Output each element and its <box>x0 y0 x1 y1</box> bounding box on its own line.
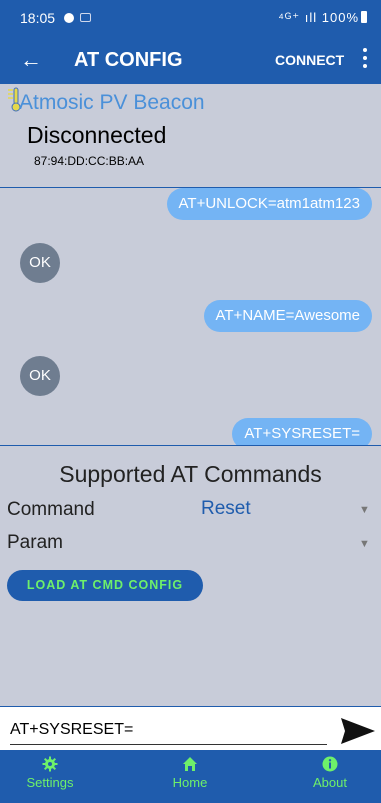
sent-message: AT+SYSRESET= <box>232 418 372 445</box>
status-time: 18:05 <box>20 10 56 26</box>
command-select[interactable]: Reset <box>201 498 251 520</box>
chat-log[interactable]: AT+UNLOCK=atm1atm123 OK AT+NAME=Awesome … <box>0 188 381 446</box>
status-indicators: ⁴ᴳ⁺ ıll 100% <box>278 10 367 26</box>
connect-button[interactable]: CONNECT <box>275 52 344 68</box>
device-mac-address: 87:94:DD:CC:BB:AA <box>34 154 145 168</box>
send-icon[interactable] <box>340 717 376 745</box>
load-at-cmd-config-button[interactable]: LOAD AT CMD CONFIG <box>7 570 203 601</box>
status-bar: 18:05 ⁴ᴳ⁺ ıll 100% <box>0 0 381 37</box>
nav-settings[interactable]: Settings <box>10 756 90 790</box>
connection-status: Disconnected <box>27 122 167 148</box>
chevron-down-icon[interactable]: ▼ <box>359 538 370 550</box>
more-vert-icon[interactable] <box>358 46 372 74</box>
app-bar: ← AT CONFIG CONNECT <box>0 37 381 84</box>
sent-message: AT+NAME=Awesome <box>203 300 372 332</box>
command-input-area: AT+SYSRESET= <box>0 706 381 750</box>
nav-home-label: Home <box>172 775 208 790</box>
notification-dot-icon <box>64 13 74 23</box>
received-message: OK <box>20 243 60 283</box>
signal-indicators: ⁴ᴳ⁺ ıll <box>278 10 318 25</box>
supported-commands-panel: Supported AT Commands Command Reset ▼ Pa… <box>0 446 381 706</box>
battery-percent: 100% <box>321 10 359 25</box>
section-title: Supported AT Commands <box>59 461 322 487</box>
nav-about-label: About <box>313 775 347 790</box>
nav-about[interactable]: About <box>290 756 370 790</box>
cast-icon <box>80 13 91 22</box>
battery-icon <box>361 11 367 23</box>
info-icon <box>322 756 338 772</box>
chevron-down-icon[interactable]: ▼ <box>359 504 370 516</box>
nav-home[interactable]: Home <box>150 756 230 790</box>
page-title: AT CONFIG <box>74 49 183 71</box>
received-message: OK <box>20 356 60 396</box>
device-panel: Atmosic PV Beacon Disconnected 87:94:DD:… <box>0 84 381 188</box>
command-input[interactable]: AT+SYSRESET= <box>10 721 327 745</box>
nav-settings-label: Settings <box>26 775 74 790</box>
param-label: Param <box>7 532 63 553</box>
device-name: Atmosic PV Beacon <box>19 91 205 114</box>
bottom-navigation: Settings Home About <box>0 750 381 803</box>
arrow-left-icon[interactable]: ← <box>20 47 42 73</box>
sent-message: AT+UNLOCK=atm1atm123 <box>166 188 372 220</box>
home-icon <box>183 757 197 771</box>
gear-icon <box>42 756 58 772</box>
command-label: Command <box>7 499 95 520</box>
